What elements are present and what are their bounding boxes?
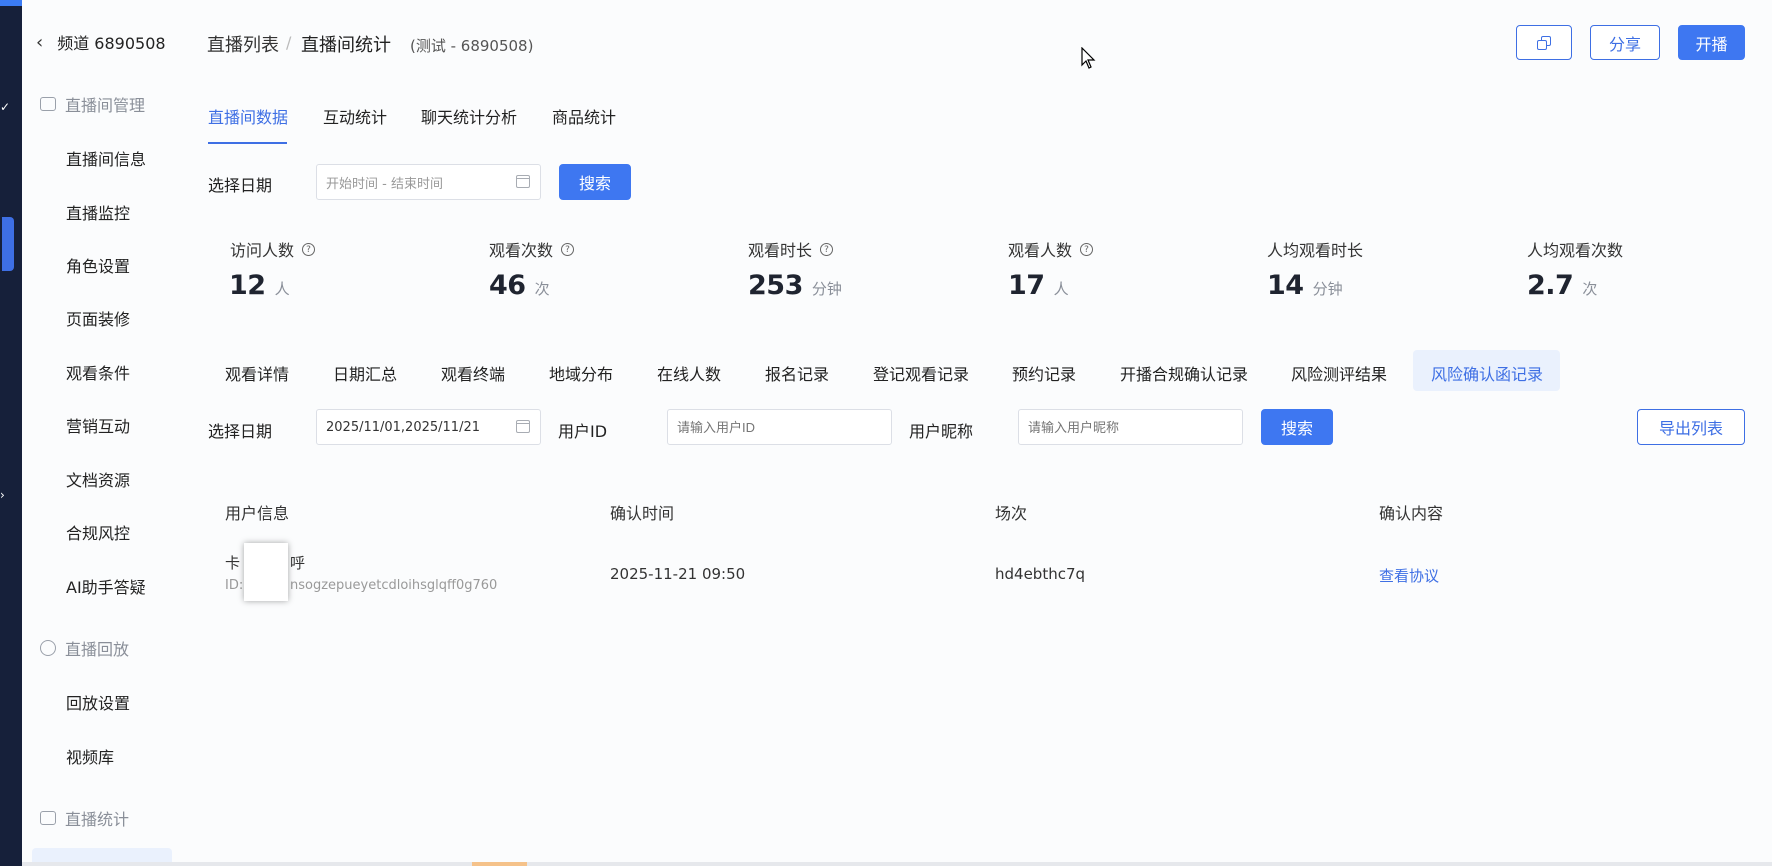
sidebar-item-ai[interactable]: AI助手答疑 (66, 574, 146, 598)
date-range-input[interactable]: 开始时间 - 结束时间 (316, 164, 541, 200)
copy-button[interactable] (1516, 25, 1572, 60)
user-id-input[interactable] (667, 409, 892, 445)
subtab-date-summary[interactable]: 日期汇总 (333, 361, 397, 385)
sidebar-item-marketing[interactable]: 营销互动 (66, 413, 130, 437)
th-user-info: 用户信息 (225, 504, 290, 523)
subtab-register-watch[interactable]: 登记观看记录 (873, 361, 969, 385)
help-icon[interactable]: ? (820, 242, 834, 256)
sidebar-item-room-info[interactable]: 直播间信息 (66, 146, 146, 170)
chart-icon (40, 811, 56, 825)
stat-value-avg-duration: 14 分钟 (1267, 270, 1343, 301)
rail-arrow-icon[interactable]: › (0, 488, 8, 502)
date-range-placeholder: 开始时间 - 结束时间 (326, 176, 443, 192)
help-icon[interactable]: ? (1080, 242, 1094, 256)
group-room-manage: 直播间管理 (40, 92, 145, 116)
filter-date-input[interactable]: 2025/11/01,2025/11/21 (316, 409, 541, 445)
channel-name: 频道 6890508 (57, 34, 166, 53)
tv-icon (40, 97, 56, 111)
sidebar-item-video-library[interactable]: 视频库 (66, 744, 114, 768)
subtab-compliance-confirm[interactable]: 开播合规确认记录 (1120, 361, 1248, 385)
user-name-start: 卡 (225, 554, 241, 572)
sidebar-item-roles[interactable]: 角色设置 (66, 253, 130, 277)
user-id-visible: nsogzepueyetcdloihsglqff0g760 (290, 578, 498, 593)
group-stats: 直播统计 (40, 806, 129, 830)
subtab-watch-detail[interactable]: 观看详情 (225, 361, 289, 385)
stat-value-viewers: 17 人 (1008, 270, 1069, 301)
filter-date-value: 2025/11/01,2025/11/21 (326, 419, 480, 435)
mouse-cursor-icon (1081, 47, 1096, 69)
subtab-signup[interactable]: 报名记录 (765, 361, 829, 385)
bottom-scrollbar[interactable] (22, 862, 1772, 866)
sidebar-item-conditions[interactable]: 观看条件 (66, 360, 130, 384)
subtab-terminal[interactable]: 观看终端 (441, 361, 505, 385)
confirm-time: 2025-11-21 09:50 (610, 565, 746, 583)
channel-back[interactable]: ‹ 频道 6890508 (36, 30, 166, 54)
replay-icon (40, 640, 56, 656)
user-name-end: 呼 (290, 554, 306, 572)
scroll-thumb[interactable] (472, 862, 527, 866)
subtab-reservation[interactable]: 预约记录 (1012, 361, 1076, 385)
stat-value-avg-views: 2.7 次 (1527, 270, 1598, 301)
help-icon[interactable]: ? (302, 242, 316, 256)
filter-uid-label: 用户ID (558, 422, 608, 441)
sidebar-item-compliance[interactable]: 合规风控 (66, 520, 130, 544)
tab-room-data[interactable]: 直播间数据 (208, 104, 288, 128)
help-icon[interactable]: ? (561, 242, 575, 256)
stat-label-views: 观看次数? (489, 237, 575, 261)
tab-interaction[interactable]: 互动统计 (323, 104, 387, 128)
stat-value-duration: 253 分钟 (748, 270, 842, 301)
tab-chat-analysis[interactable]: 聊天统计分析 (421, 104, 517, 128)
rail-accent (0, 0, 22, 6)
date-search-button[interactable]: 搜索 (559, 164, 631, 200)
session-id: hd4ebthc7q (995, 565, 1086, 583)
subtab-region[interactable]: 地域分布 (549, 361, 613, 385)
chevron-left-icon[interactable]: ‹ (36, 32, 43, 53)
app-rail: ✓ › (0, 0, 22, 866)
tab-active-underline (208, 142, 287, 144)
user-id-prefix: ID: (225, 578, 244, 593)
redaction-mask (244, 543, 288, 601)
sidebar: ‹ 频道 6890508 直播间管理 直播间信息 直播监控 角色设置 页面装修 … (22, 0, 172, 866)
sidebar-item-docs[interactable]: 文档资源 (66, 467, 130, 491)
subtab-risk-assessment[interactable]: 风险测评结果 (1291, 361, 1387, 385)
stat-value-visitors: 12 人 (229, 270, 290, 301)
th-confirm-time: 确认时间 (610, 504, 675, 523)
stat-label-avg-duration: 人均观看时长 (1267, 241, 1364, 260)
stat-label-viewers: 观看人数? (1008, 237, 1094, 261)
stat-label-duration: 观看时长? (748, 237, 834, 261)
group-replay: 直播回放 (40, 636, 129, 660)
stat-value-views: 46 次 (489, 270, 550, 301)
stat-label-avg-views: 人均观看次数 (1527, 241, 1624, 260)
nickname-input[interactable] (1018, 409, 1243, 445)
rail-active-indicator (2, 217, 14, 271)
filter-nick-label: 用户昵称 (909, 422, 974, 441)
subtab-online[interactable]: 在线人数 (657, 361, 721, 385)
sidebar-item-monitor[interactable]: 直播监控 (66, 200, 130, 224)
rail-check-icon: ✓ (0, 100, 11, 114)
th-session: 场次 (995, 504, 1028, 523)
stat-label-visitors: 访问人数? (230, 237, 316, 261)
filter-search-button[interactable]: 搜索 (1261, 409, 1333, 445)
copy-icon (1537, 35, 1551, 50)
breadcrumb-current: 直播间统计 (301, 35, 391, 56)
subtab-risk-letter[interactable]: 风险确认函记录 (1431, 361, 1543, 385)
breadcrumb-live-list[interactable]: 直播列表 (207, 31, 279, 57)
calendar-icon (516, 175, 530, 188)
breadcrumb-separator: / (286, 33, 292, 52)
room-name: (测试 - 6890508) (410, 37, 534, 55)
date-label: 选择日期 (208, 176, 273, 195)
calendar-icon (516, 420, 530, 433)
th-confirm-content: 确认内容 (1379, 504, 1444, 523)
export-list-button[interactable]: 导出列表 (1637, 409, 1745, 445)
start-live-button[interactable]: 开播 (1678, 25, 1745, 60)
view-agreement-link[interactable]: 查看协议 (1379, 565, 1439, 586)
sidebar-item-replay-settings[interactable]: 回放设置 (66, 690, 130, 714)
filter-date-label: 选择日期 (208, 422, 273, 441)
sidebar-item-decor[interactable]: 页面装修 (66, 306, 130, 330)
tab-goods[interactable]: 商品统计 (552, 104, 616, 128)
share-button[interactable]: 分享 (1590, 25, 1660, 60)
